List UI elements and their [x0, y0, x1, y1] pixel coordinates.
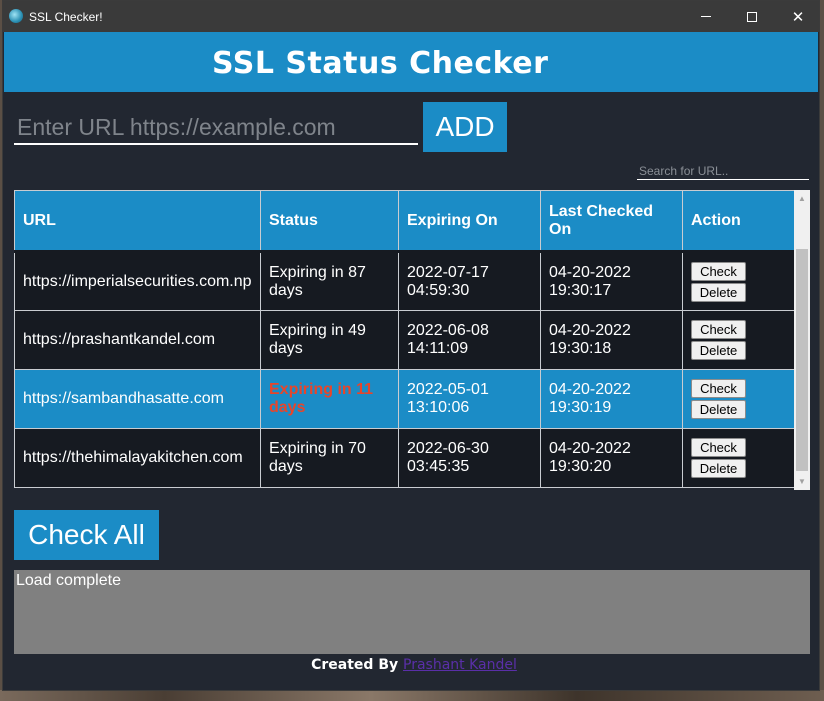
scroll-down-arrow-icon[interactable]: ▼ [794, 473, 810, 490]
column-header-action: Action [682, 190, 795, 252]
expiring-on-cell: 2022-05-01 13:10:06 [398, 369, 541, 429]
url-cell: https://sambandhasatte.com [14, 369, 261, 429]
close-icon: ✕ [791, 8, 805, 26]
column-header-expiring-on: Expiring On [398, 190, 541, 252]
app-header: SSL Status Checker [4, 32, 818, 92]
table-row-selected[interactable]: https://sambandhasatte.com Expiring in 1… [14, 369, 795, 429]
last-checked-cell: 04-20-2022 19:30:20 [540, 428, 683, 488]
scrollbar-thumb[interactable] [796, 249, 808, 471]
url-table-container: URL Status Expiring On Last Checked On A… [14, 190, 810, 490]
url-input[interactable] [14, 111, 418, 145]
column-header-status: Status [260, 190, 399, 252]
expiring-on-cell: 2022-06-08 14:11:09 [398, 310, 541, 370]
url-cell: https://thehimalayakitchen.com [14, 428, 261, 488]
last-checked-cell: 04-20-2022 19:30:18 [540, 310, 683, 370]
scroll-up-arrow-icon[interactable]: ▲ [794, 190, 810, 207]
expiring-on-cell: 2022-06-30 03:45:35 [398, 428, 541, 488]
url-cell: https://imperialsecurities.com.np [14, 251, 261, 311]
app-window: SSL Checker! ✕ SSL Status Checker ADD UR… [2, 0, 820, 691]
delete-button[interactable]: Delete [691, 459, 746, 478]
last-checked-cell: 04-20-2022 19:30:19 [540, 369, 683, 429]
footer-prefix: Created By [311, 657, 399, 673]
delete-button[interactable]: Delete [691, 282, 746, 302]
status-log: Load complete [14, 570, 810, 654]
url-cell: https://prashantkandel.com [14, 310, 261, 370]
window-title: SSL Checker! [29, 10, 103, 24]
table-row[interactable]: https://prashantkandel.com Expiring in 4… [14, 310, 795, 370]
table-row[interactable]: https://thehimalayakitchen.com Expiring … [14, 428, 795, 488]
search-input[interactable] [637, 162, 809, 180]
check-button[interactable]: Check [691, 438, 746, 457]
table-header-row: URL Status Expiring On Last Checked On A… [14, 190, 795, 252]
add-button[interactable]: ADD [423, 102, 507, 152]
check-button[interactable]: Check [691, 379, 746, 398]
footer: Created By Prashant Kandel [3, 657, 819, 673]
action-cell: Check Delete [682, 251, 795, 311]
column-header-url: URL [14, 190, 261, 252]
column-header-last-checked: Last Checked On [540, 190, 683, 252]
minimize-button[interactable] [683, 1, 729, 32]
app-icon [9, 9, 23, 23]
check-button[interactable]: Check [691, 261, 746, 281]
desktop-background [0, 690, 824, 701]
check-all-button[interactable]: Check All [14, 510, 159, 560]
action-cell: Check Delete [682, 369, 795, 429]
maximize-icon [747, 11, 757, 22]
title-bar[interactable]: SSL Checker! ✕ [3, 1, 819, 32]
expiring-on-cell: 2022-07-17 04:59:30 [398, 251, 541, 311]
action-cell: Check Delete [682, 428, 795, 488]
check-button[interactable]: Check [691, 320, 746, 339]
action-cell: Check Delete [682, 310, 795, 370]
table-scrollbar[interactable]: ▲ ▼ [794, 190, 810, 490]
table-row[interactable]: https://imperialsecurities.com.np Expiri… [14, 251, 795, 311]
page-title: SSL Status Checker [212, 46, 549, 81]
delete-button[interactable]: Delete [691, 341, 746, 360]
delete-button[interactable]: Delete [691, 400, 746, 419]
status-cell-warning: Expiring in 11 days [260, 369, 399, 429]
close-button[interactable]: ✕ [775, 1, 819, 32]
url-table: URL Status Expiring On Last Checked On A… [14, 190, 795, 488]
minimize-icon [701, 16, 711, 17]
author-link[interactable]: Prashant Kandel [403, 657, 517, 673]
last-checked-cell: 04-20-2022 19:30:17 [540, 251, 683, 311]
maximize-button[interactable] [729, 1, 775, 32]
status-cell: Expiring in 70 days [260, 428, 399, 488]
status-cell: Expiring in 87 days [260, 251, 399, 311]
status-cell: Expiring in 49 days [260, 310, 399, 370]
